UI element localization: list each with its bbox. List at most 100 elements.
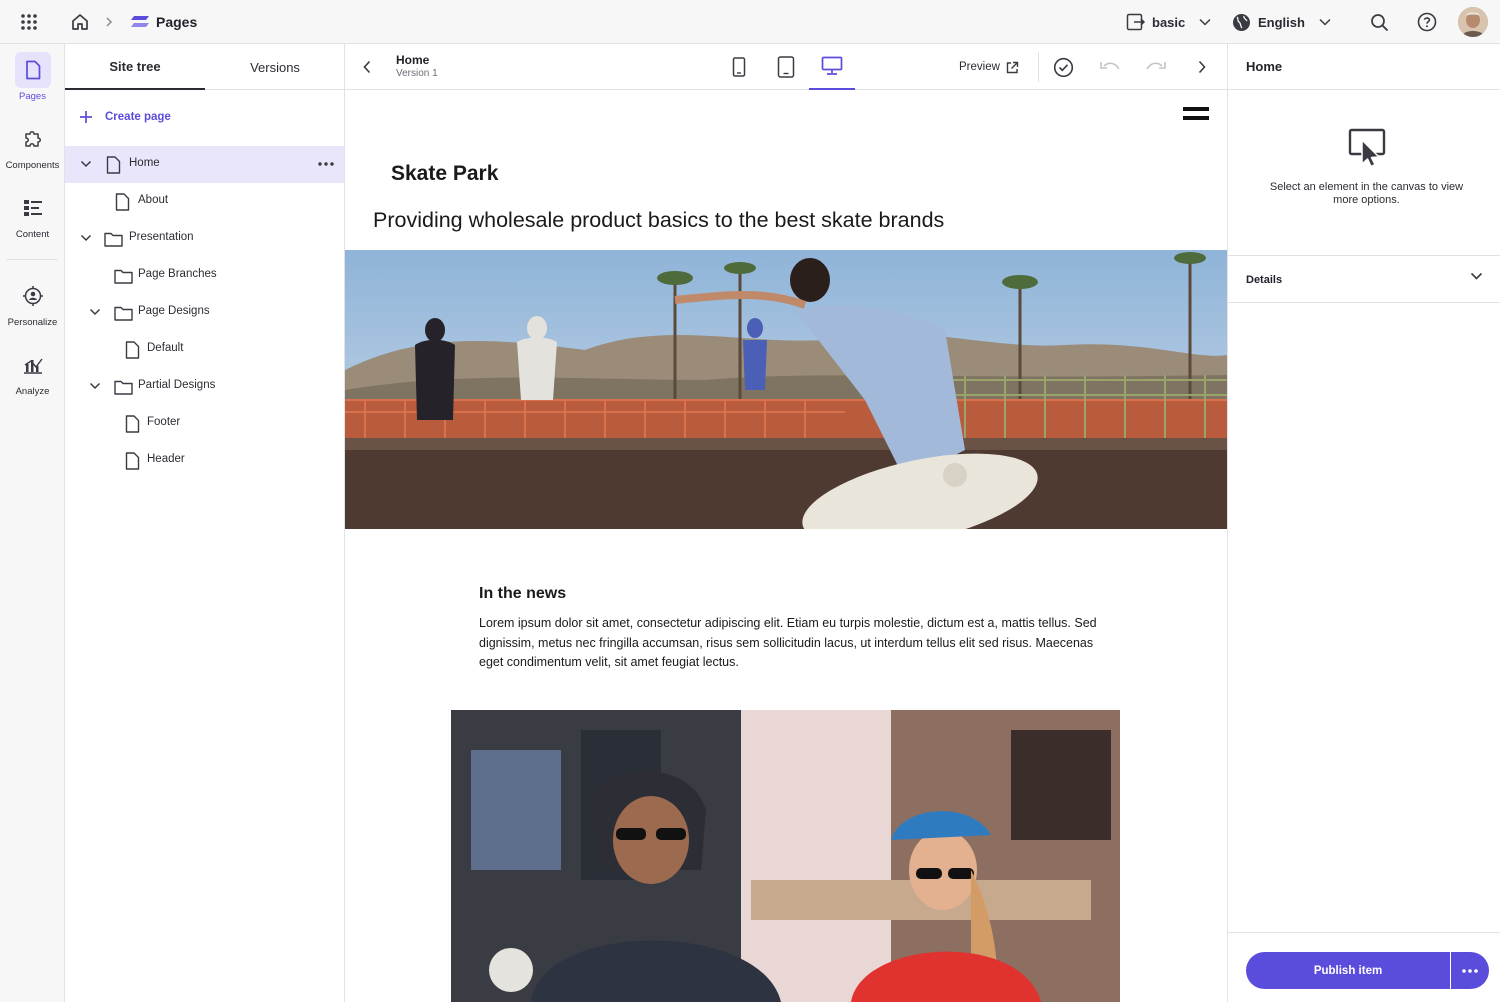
news-body-text[interactable]: Lorem ipsum dolor sit amet, consectetur …: [479, 614, 1099, 673]
tablet-icon: [777, 56, 795, 78]
details-label: Details: [1246, 274, 1283, 286]
device-mobile-button[interactable]: [716, 44, 762, 90]
properties-header: Home: [1228, 44, 1500, 90]
nav-components[interactable]: Components: [0, 121, 65, 171]
chevron-down-icon: [1319, 18, 1331, 26]
device-desktop-button[interactable]: [809, 44, 855, 90]
user-avatar[interactable]: [1458, 0, 1488, 44]
tree-item-partial-designs[interactable]: Partial Designs: [65, 368, 344, 405]
page-icon: [115, 193, 130, 211]
page-canvas[interactable]: Skate Park Providing wholesale product b…: [345, 90, 1227, 1002]
chevron-down-icon[interactable]: [80, 158, 92, 170]
details-accordion[interactable]: Details: [1228, 255, 1500, 303]
language-label: English: [1258, 14, 1305, 30]
folder-icon: [114, 380, 133, 395]
publish-footer: Publish item: [1228, 932, 1500, 1002]
site-tree-panel: Site tree Versions Create page Home Abou…: [65, 44, 345, 1002]
tree-item-header[interactable]: Header: [65, 442, 344, 479]
page-icon: [125, 452, 140, 470]
preview-button[interactable]: Preview: [959, 44, 1019, 90]
page-icon: [125, 341, 140, 359]
properties-panel: Home Select an element in the canvas to …: [1227, 44, 1500, 1002]
puzzle-icon: [22, 128, 44, 150]
home-icon[interactable]: [70, 0, 90, 44]
external-link-icon: [1000, 61, 1019, 74]
tab-site-tree[interactable]: Site tree: [65, 44, 205, 90]
undo-icon[interactable]: [1099, 44, 1121, 90]
news-image[interactable]: [451, 710, 1120, 1002]
preview-label: Preview: [959, 61, 1000, 73]
cursor-select-icon: [1348, 128, 1386, 168]
publish-item-button[interactable]: Publish item: [1246, 952, 1450, 989]
site-selector-label: basic: [1152, 14, 1186, 30]
tree-item-about[interactable]: About: [65, 183, 344, 220]
tree-item-label: Header: [147, 453, 185, 465]
device-tablet-button[interactable]: [763, 44, 809, 90]
site-selector[interactable]: basic: [1126, 0, 1211, 44]
hero-image[interactable]: [345, 250, 1227, 529]
more-options-icon[interactable]: [318, 162, 334, 166]
top-bar: Pages basic English: [0, 0, 1500, 44]
mobile-icon: [732, 57, 746, 77]
tree-item-label: Partial Designs: [138, 379, 216, 391]
tree-item-label: Presentation: [129, 231, 194, 243]
nav-pages[interactable]: Pages: [0, 52, 65, 102]
more-options-icon: [1462, 968, 1478, 973]
tree-item-footer[interactable]: Footer: [65, 405, 344, 442]
tree-item-page-branches[interactable]: Page Branches: [65, 257, 344, 294]
canvas-toolbar: Home Version 1 Preview: [345, 44, 1227, 90]
news-heading[interactable]: In the news: [479, 585, 566, 603]
tree-item-label: Page Branches: [138, 268, 217, 280]
nav-divider: [6, 259, 58, 260]
target-icon: [22, 285, 44, 307]
help-icon[interactable]: [1417, 0, 1437, 44]
desktop-icon: [821, 56, 843, 76]
plus-icon: [79, 110, 105, 124]
chevron-down-icon[interactable]: [80, 232, 92, 244]
properties-title: Home: [1246, 59, 1283, 74]
page-title: Home: [396, 53, 430, 67]
page-icon: [125, 415, 140, 433]
site-title[interactable]: Skate Park: [391, 162, 498, 186]
tree-item-home[interactable]: Home: [65, 146, 344, 183]
pages-logo-icon: [130, 15, 150, 29]
tree-item-default[interactable]: Default: [65, 331, 344, 368]
content-list-icon: [23, 199, 43, 217]
check-circle-icon[interactable]: [1053, 44, 1074, 90]
site-switch-icon: [1126, 13, 1146, 31]
chevron-down-icon: [1470, 272, 1483, 281]
tree-item-label: Default: [147, 342, 184, 354]
language-selector[interactable]: English: [1232, 0, 1331, 44]
create-page-label: Create page: [105, 111, 171, 123]
toolbar-divider: [1038, 52, 1039, 82]
search-icon[interactable]: [1370, 0, 1389, 44]
chevron-down-icon[interactable]: [89, 306, 101, 318]
chevron-down-icon: [1199, 18, 1211, 26]
tree-item-label: Footer: [147, 416, 181, 428]
chevron-down-icon[interactable]: [89, 380, 101, 392]
redo-icon[interactable]: [1145, 44, 1167, 90]
folder-icon: [114, 269, 133, 284]
tree-tabs: Site tree Versions: [65, 44, 345, 90]
hamburger-menu-icon[interactable]: [1183, 107, 1209, 125]
tree-item-label: Home: [129, 157, 160, 169]
chevron-right-icon: [104, 0, 114, 44]
tree-item-page-designs[interactable]: Page Designs: [65, 294, 344, 331]
nav-content[interactable]: Content: [0, 190, 65, 240]
collapse-left-icon[interactable]: [362, 44, 372, 90]
app-title: Pages: [130, 0, 197, 44]
folder-icon: [114, 306, 133, 321]
publish-more-button[interactable]: [1451, 952, 1489, 989]
nav-analyze[interactable]: Analyze: [0, 347, 65, 397]
app-grid-icon[interactable]: [20, 0, 38, 44]
tree-item-label: Page Designs: [138, 305, 210, 317]
create-page-button[interactable]: Create page: [79, 106, 171, 128]
collapse-right-icon[interactable]: [1197, 44, 1207, 90]
tab-versions[interactable]: Versions: [205, 44, 345, 90]
site-tagline[interactable]: Providing wholesale product basics to th…: [373, 208, 944, 233]
page-version: Version 1: [396, 68, 438, 79]
page-icon: [106, 156, 121, 174]
tree-item-label: About: [138, 194, 169, 206]
nav-personalize[interactable]: Personalize: [0, 278, 65, 328]
tree-item-presentation[interactable]: Presentation: [65, 220, 344, 257]
